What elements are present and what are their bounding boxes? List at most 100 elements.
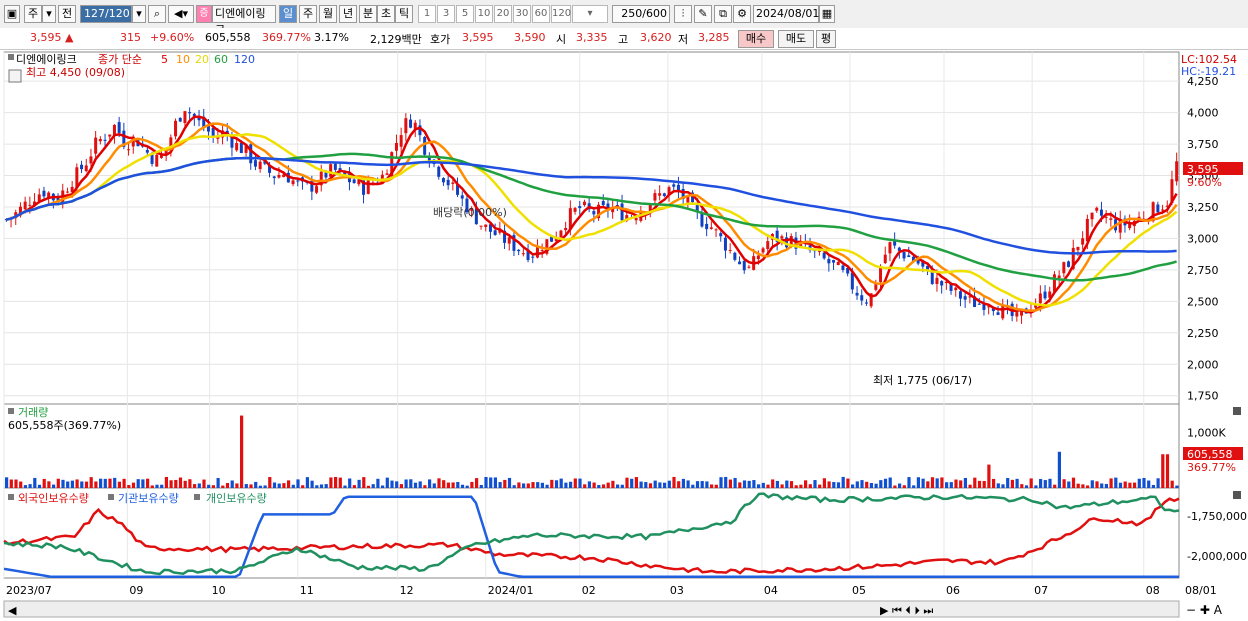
search-icon[interactable]: ⌕ bbox=[148, 5, 166, 23]
volume-bar bbox=[1020, 484, 1024, 488]
chart-area[interactable]: 1,7502,0002,2502,5002,7503,0003,2503,500… bbox=[0, 50, 1248, 621]
volume-bar bbox=[310, 480, 314, 488]
candle-body bbox=[239, 142, 243, 153]
calendar-icon[interactable]: ▦ bbox=[819, 5, 835, 23]
min-opt-5[interactable]: 5 bbox=[456, 5, 474, 23]
holding-tick-label: -2,000,000 bbox=[1187, 550, 1247, 563]
volume-bar bbox=[277, 483, 281, 488]
price-tick-label: 4,000 bbox=[1187, 107, 1219, 120]
min-opt-10[interactable]: 10 bbox=[475, 5, 493, 23]
tf-tick[interactable]: 틱 bbox=[395, 5, 413, 23]
window-icon[interactable]: ▣ bbox=[4, 5, 20, 23]
zoom-out-icon[interactable]: − ✚ A bbox=[1186, 603, 1223, 617]
volume-bar bbox=[935, 478, 939, 488]
sound-icon[interactable]: ◀▾ bbox=[168, 5, 194, 23]
grid-toggle-icon[interactable] bbox=[8, 69, 22, 83]
volume-bar bbox=[465, 485, 469, 488]
count-value[interactable]: 250 bbox=[621, 7, 642, 20]
volume-bar bbox=[362, 477, 366, 488]
date-input[interactable]: 2024/08/01 bbox=[753, 5, 819, 23]
eval-button[interactable]: 평 bbox=[816, 30, 836, 48]
price-tick-label: 1,750 bbox=[1187, 390, 1219, 403]
tf-second[interactable]: 초 bbox=[377, 5, 395, 23]
scroll-right-icon[interactable]: ▶ ⏮ ⏴ ⏵ ⏭ bbox=[880, 604, 933, 617]
chart-type-icon[interactable]: ⫶ bbox=[674, 5, 692, 23]
dropdown-icon[interactable]: ▾ bbox=[132, 5, 146, 23]
sell-button[interactable]: 매도 bbox=[778, 30, 814, 48]
volume-bar bbox=[1175, 485, 1179, 488]
volume-panel[interactable] bbox=[3, 403, 1180, 489]
stock-name[interactable]: 디엔에이링크 bbox=[212, 5, 276, 36]
price-panel[interactable] bbox=[3, 51, 1180, 405]
volume-bar bbox=[916, 477, 920, 488]
holding-panel[interactable] bbox=[3, 487, 1180, 579]
draw-tool-icon[interactable]: ✎ bbox=[694, 5, 712, 23]
price-tick-label: 2,250 bbox=[1187, 327, 1219, 340]
x-tick-label: 02 bbox=[582, 584, 596, 597]
tf-day[interactable]: 일 bbox=[279, 5, 297, 23]
candle-body bbox=[1156, 204, 1160, 213]
candle-body bbox=[178, 117, 182, 122]
volume-bar bbox=[954, 479, 958, 488]
volume-bar bbox=[625, 477, 629, 488]
quote-bar: 3,595 ▲ 315 +9.60% 605,558 369.77% 3.17%… bbox=[0, 28, 1248, 50]
min-opt-3[interactable]: 3 bbox=[437, 5, 455, 23]
volume-bar bbox=[33, 477, 37, 488]
buy-button[interactable]: 매수 bbox=[738, 30, 774, 48]
holding-close-icon[interactable] bbox=[1233, 491, 1241, 499]
scrollbar[interactable] bbox=[3, 600, 1180, 618]
volume-bar bbox=[728, 479, 732, 488]
volume-bar bbox=[1133, 482, 1137, 488]
tab-stock-arrow-icon[interactable]: ▾ bbox=[42, 5, 56, 23]
volume-bar bbox=[1090, 480, 1094, 488]
scroll-left-icon[interactable]: ◀ bbox=[8, 604, 17, 617]
volume-bar bbox=[648, 483, 653, 488]
tab-all[interactable]: 전 bbox=[58, 5, 76, 23]
volume-bar bbox=[19, 481, 23, 488]
volume-close-icon[interactable] bbox=[1233, 407, 1241, 415]
volume-bar bbox=[404, 479, 408, 488]
volume-bar bbox=[860, 480, 864, 488]
volume-bar bbox=[70, 480, 74, 488]
volume-bar bbox=[178, 477, 183, 488]
min-opt-dropdown[interactable]: ▾ bbox=[572, 5, 608, 23]
tf-minute[interactable]: 분 bbox=[359, 5, 377, 23]
volume-bar bbox=[634, 477, 638, 488]
min-opt-20[interactable]: 20 bbox=[494, 5, 512, 23]
volume-bar bbox=[1118, 482, 1123, 488]
volume-bar bbox=[1071, 477, 1076, 488]
candle-body bbox=[535, 246, 539, 258]
price-tick-label: 3,750 bbox=[1187, 138, 1219, 151]
min-opt-60[interactable]: 60 bbox=[532, 5, 550, 23]
tf-year[interactable]: 년 bbox=[339, 5, 357, 23]
candle-body bbox=[747, 266, 751, 268]
min-opt-30[interactable]: 30 bbox=[513, 5, 531, 23]
candle-body bbox=[977, 303, 981, 305]
min-opt-120[interactable]: 120 bbox=[551, 5, 571, 23]
volume-bar bbox=[174, 479, 178, 488]
gear-icon[interactable]: ⚙ bbox=[733, 5, 751, 23]
volume-bar bbox=[1057, 451, 1061, 488]
count-box: 250/600 bbox=[612, 5, 670, 23]
candle-body bbox=[963, 296, 967, 300]
volume-bar bbox=[507, 477, 512, 488]
volume-bar bbox=[479, 484, 483, 488]
volume-bar bbox=[620, 484, 624, 488]
candle-body bbox=[1057, 275, 1061, 279]
candle-body bbox=[291, 180, 295, 185]
candle-body bbox=[1001, 304, 1005, 319]
tf-week[interactable]: 주 bbox=[299, 5, 317, 23]
period-input[interactable]: 127/120 bbox=[80, 5, 132, 23]
tf-month[interactable]: 월 bbox=[319, 5, 337, 23]
min-opt-1[interactable]: 1 bbox=[418, 5, 436, 23]
copy-icon[interactable]: ⧉ bbox=[714, 5, 732, 23]
volume-bar bbox=[601, 484, 606, 488]
candle-body bbox=[709, 227, 713, 229]
tab-stock[interactable]: 주 bbox=[24, 5, 42, 23]
volume-bar bbox=[28, 484, 32, 488]
candle-body bbox=[493, 230, 497, 236]
volume-bar bbox=[94, 481, 98, 488]
volume-bar bbox=[794, 485, 798, 488]
volume-bar bbox=[1137, 478, 1141, 488]
x-tick-label: 08 bbox=[1146, 584, 1160, 597]
